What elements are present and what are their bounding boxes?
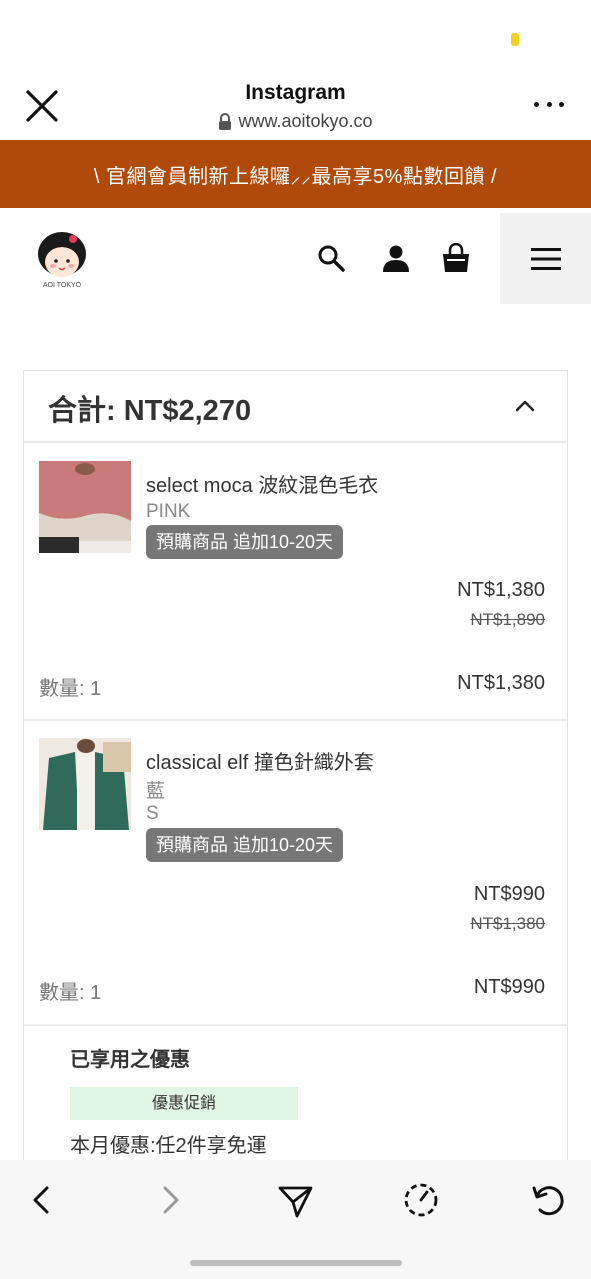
- product-variant: 藍: [146, 781, 166, 802]
- cart-item: select moca 波紋混色毛衣 PINK 預購商品 追加10-20天 NT…: [24, 445, 567, 721]
- cart-total: 合計: NT$2,270: [48, 395, 252, 427]
- promotion-detail: 本月優惠:任2件享免運: [70, 1135, 267, 1157]
- more-options-button[interactable]: [534, 96, 564, 112]
- line-total: NT$990: [473, 976, 545, 998]
- product-variant: S: [146, 803, 159, 824]
- sweater-image: [39, 461, 131, 553]
- reload-button[interactable]: [528, 1180, 568, 1220]
- more-dot-icon: [546, 101, 552, 107]
- collapse-button[interactable]: [510, 391, 540, 421]
- item-original-price: NT$1,890: [470, 610, 545, 629]
- browser-url: www.aoitokyo.co: [0, 111, 591, 132]
- browser-title: Instagram: [245, 81, 346, 104]
- item-price: NT$990: [473, 883, 545, 905]
- cardigan-image: [39, 738, 131, 830]
- more-dot-icon: [559, 101, 564, 107]
- url-text: www.aoitokyo.co: [238, 111, 373, 131]
- item-price: NT$1,380: [457, 579, 545, 601]
- browser-toolbar: [0, 1160, 591, 1279]
- cart-total-row[interactable]: 合計: NT$2,270: [24, 371, 567, 443]
- hamburger-icon: [530, 247, 561, 270]
- product-image[interactable]: [39, 738, 131, 830]
- quantity-label: 數量: 1: [39, 982, 102, 1004]
- logo-icon: AOI TOKYO: [38, 232, 86, 289]
- chevron-right-icon: [163, 1186, 179, 1214]
- share-button[interactable]: [275, 1180, 315, 1220]
- forward-button[interactable]: [150, 1180, 190, 1220]
- cart-button[interactable]: [441, 242, 471, 273]
- send-icon: [278, 1186, 313, 1218]
- recording-indicator: [511, 33, 519, 46]
- product-name[interactable]: classical elf 撞色針織外套: [146, 746, 374, 775]
- menu-button[interactable]: [500, 213, 591, 304]
- promo-banner-text: \ 官網會員制新上線囉⸝⸝最高享5%點數回饋 /: [93, 165, 498, 188]
- back-button[interactable]: [22, 1180, 62, 1220]
- reload-icon: [532, 1186, 564, 1216]
- preorder-badge: 預購商品 追加10-20天: [146, 525, 344, 559]
- item-original-price: NT$1,380: [470, 914, 545, 933]
- quantity-label: 數量: 1: [39, 678, 102, 700]
- promo-banner[interactable]: \ 官網會員制新上線囉⸝⸝最高享5%點數回饋 /: [0, 140, 591, 208]
- site-logo[interactable]: AOI TOKYO: [32, 226, 92, 290]
- user-icon: [383, 245, 409, 272]
- preorder-badge: 預購商品 追加10-20天: [146, 828, 344, 862]
- cart-summary: 合計: NT$2,270 select moca 波紋混色毛衣 PINK 預購商…: [23, 370, 568, 1270]
- search-button[interactable]: [316, 243, 346, 273]
- browser-header: Instagram www.aoitokyo.co: [0, 70, 591, 140]
- shopping-bag-icon: [443, 242, 469, 272]
- chevron-up-icon: [515, 400, 535, 412]
- product-image[interactable]: [39, 461, 131, 553]
- more-dot-icon: [534, 101, 539, 107]
- search-icon: [318, 245, 345, 272]
- account-button[interactable]: [381, 243, 411, 273]
- cart-item: classical elf 撞色針織外套 藍 S 預購商品 追加10-20天 N…: [24, 722, 567, 1026]
- status-bar: [0, 0, 591, 70]
- promotions-title: 已享用之優惠: [70, 1049, 190, 1071]
- product-variant: PINK: [146, 501, 191, 522]
- lock-icon: [219, 112, 232, 130]
- timer-button[interactable]: [401, 1180, 441, 1220]
- home-indicator: [190, 1260, 402, 1266]
- site-nav: AOI TOKYO: [0, 208, 591, 308]
- line-total: NT$1,380: [457, 672, 545, 694]
- promotion-tag: 優惠促銷: [70, 1087, 298, 1120]
- logo-text: AOI TOKYO: [43, 282, 82, 289]
- product-name[interactable]: select moca 波紋混色毛衣: [146, 469, 378, 498]
- timer-icon: [404, 1183, 438, 1217]
- chevron-left-icon: [33, 1186, 49, 1214]
